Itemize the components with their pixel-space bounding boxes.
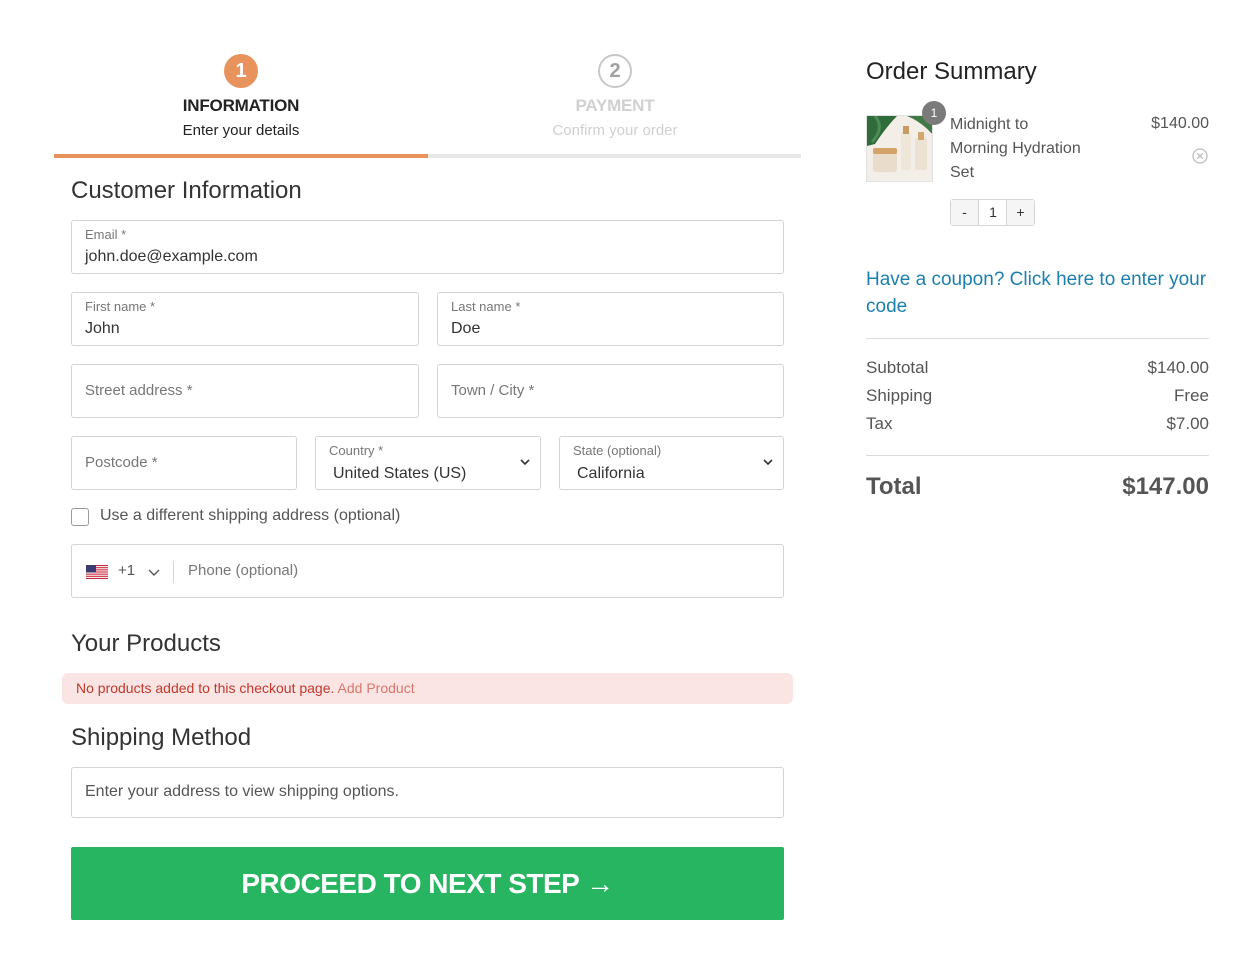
- street-address-placeholder: Street address *: [85, 382, 193, 399]
- country-select[interactable]: Country * United States (US): [315, 436, 541, 490]
- quantity-increase-button[interactable]: +: [1006, 200, 1034, 225]
- email-field[interactable]: Email * john.doe@example.com: [71, 220, 784, 274]
- first-name-value[interactable]: John: [85, 320, 120, 338]
- chevron-down-icon: [763, 459, 773, 466]
- total-label: Total: [866, 473, 922, 500]
- us-flag-icon[interactable]: [86, 565, 108, 579]
- quantity-badge: 1: [922, 101, 946, 125]
- city-field[interactable]: Town / City *: [437, 364, 784, 418]
- shipping-value: Free: [1174, 386, 1209, 405]
- state-select[interactable]: State (optional) California: [559, 436, 784, 490]
- step-subtitle: Enter your details: [182, 122, 300, 139]
- state-value: California: [577, 465, 645, 482]
- phone-placeholder: Phone (optional): [188, 562, 299, 579]
- step-progress-bar: [54, 154, 801, 158]
- product-image: [867, 116, 932, 181]
- tax-value: $7.00: [1166, 414, 1209, 433]
- checkout-steps: 1 INFORMATION Enter your details 2 PAYME…: [54, 54, 801, 158]
- step-information[interactable]: 1 INFORMATION Enter your details: [54, 54, 428, 139]
- country-value: United States (US): [333, 465, 467, 482]
- city-placeholder: Town / City *: [451, 382, 535, 399]
- country-label: Country *: [329, 443, 384, 458]
- phone-separator: [173, 561, 174, 583]
- shipping-method-heading: Shipping Method: [71, 724, 252, 751]
- email-value[interactable]: john.doe@example.com: [85, 248, 258, 266]
- different-shipping-label[interactable]: Use a different shipping address (option…: [100, 507, 400, 525]
- proceed-button[interactable]: PROCEED TO NEXT STEP →: [71, 847, 784, 920]
- quantity-value[interactable]: 1: [979, 200, 1007, 225]
- first-name-field[interactable]: First name * John: [71, 292, 419, 346]
- chevron-down-icon: [520, 459, 530, 466]
- last-name-field[interactable]: Last name * Doe: [437, 292, 784, 346]
- no-products-alert: No products added to this checkout page.…: [62, 673, 793, 704]
- quantity-decrease-button[interactable]: -: [951, 200, 979, 225]
- add-product-link[interactable]: Add Product: [338, 680, 415, 696]
- total-value: $147.00: [1122, 473, 1209, 500]
- postcode-field[interactable]: Postcode *: [71, 436, 297, 490]
- step-payment[interactable]: 2 PAYMENT Confirm your order: [428, 54, 802, 139]
- shipping-options-box: Enter your address to view shipping opti…: [71, 767, 784, 818]
- phone-country-code[interactable]: +1: [118, 562, 135, 579]
- product-thumbnail: [866, 115, 933, 182]
- postcode-placeholder: Postcode *: [85, 454, 158, 471]
- shipping-label: Shipping: [866, 386, 933, 405]
- remove-item-icon[interactable]: [1191, 147, 1209, 165]
- product-price: $140.00: [1151, 115, 1209, 132]
- tax-label: Tax: [866, 414, 893, 433]
- subtotal-label: Subtotal: [866, 358, 929, 377]
- email-label: Email *: [85, 227, 127, 242]
- first-name-label: First name *: [85, 299, 156, 314]
- street-address-field[interactable]: Street address *: [71, 364, 419, 418]
- alert-text: No products added to this checkout page.: [76, 680, 335, 696]
- quantity-stepper: - 1 +: [950, 199, 1035, 226]
- state-label: State (optional): [573, 443, 662, 458]
- summary-divider: [866, 338, 1209, 339]
- customer-information-heading: Customer Information: [71, 177, 302, 204]
- different-shipping-checkbox[interactable]: [71, 508, 89, 526]
- coupon-link[interactable]: Have a coupon? Click here to enter your …: [866, 266, 1211, 320]
- last-name-value[interactable]: Doe: [451, 320, 480, 338]
- shipping-message: Enter your address to view shipping opti…: [85, 783, 399, 800]
- your-products-heading: Your Products: [71, 630, 221, 657]
- step-subtitle: Confirm your order: [552, 122, 678, 139]
- summary-divider: [866, 455, 1209, 456]
- chevron-down-icon[interactable]: [148, 567, 160, 577]
- step-title: PAYMENT: [575, 96, 655, 115]
- step-title: INFORMATION: [182, 96, 300, 115]
- step-number: 2: [598, 54, 632, 88]
- step-number: 1: [224, 54, 258, 88]
- last-name-label: Last name *: [451, 299, 521, 314]
- product-name: Midnight to Morning Hydration Set: [950, 116, 1081, 181]
- phone-field[interactable]: +1 Phone (optional): [71, 544, 784, 598]
- step-progress-fill: [54, 154, 428, 158]
- subtotal-value: $140.00: [1147, 358, 1209, 377]
- order-summary-heading: Order Summary: [866, 58, 1037, 85]
